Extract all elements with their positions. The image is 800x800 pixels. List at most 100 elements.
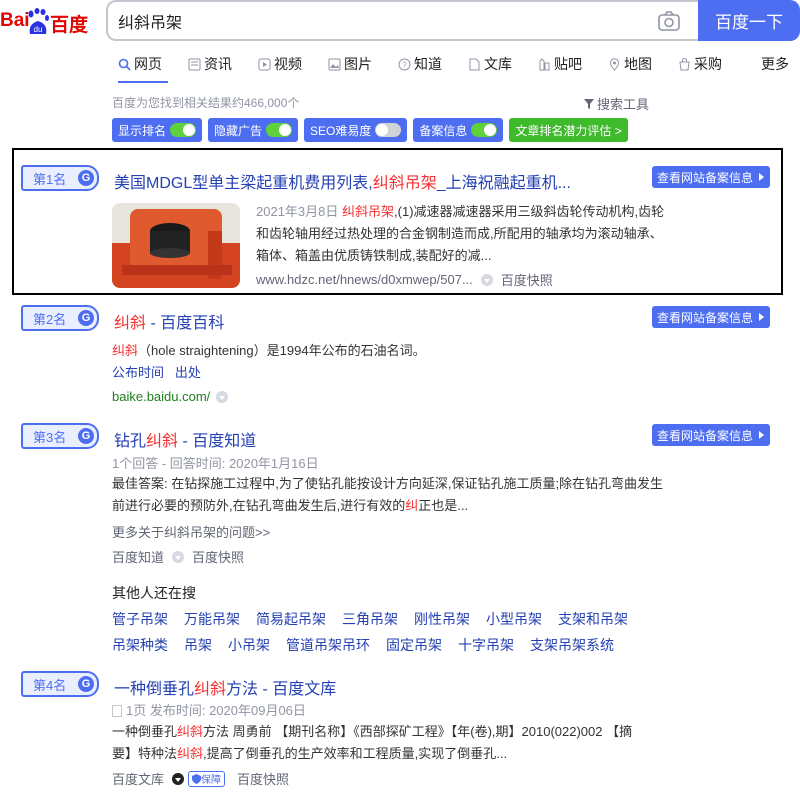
- beian-info-button[interactable]: 查看网站备案信息: [652, 424, 770, 446]
- logo-text-right: 百度: [50, 15, 89, 36]
- related-search-link[interactable]: 刚性吊架: [414, 609, 470, 629]
- abstract-keyword: 纠斜吊架: [342, 204, 395, 219]
- result-url[interactable]: baike.baidu.com/: [112, 389, 210, 404]
- related-search-link[interactable]: 管子吊架: [112, 609, 168, 629]
- snapshot-link[interactable]: 百度快照: [237, 769, 289, 788]
- search-tabs: 网页 资讯 视频 图片 ? 知道 文库 贴吧 地图 采购: [118, 53, 748, 75]
- toggle-switch-on[interactable]: [471, 123, 498, 137]
- dropdown-icon[interactable]: [480, 273, 493, 286]
- related-search-link[interactable]: 简易起吊架: [256, 609, 326, 629]
- result-url-row: 百度文库 保障 百度快照: [112, 769, 289, 788]
- abstract-text: 前进行必要的预防外,在钻孔弯曲发生后,进行有效的: [112, 498, 406, 513]
- search-icon: [118, 58, 131, 71]
- related-search-link[interactable]: 支架吊架系统: [530, 635, 614, 655]
- tab-map[interactable]: 地图: [608, 53, 652, 75]
- toggle-label: 备案信息: [419, 123, 468, 138]
- tab-more[interactable]: 更多: [761, 54, 789, 74]
- abstract-keyword: 纠: [405, 498, 419, 513]
- tab-label: 知道: [414, 56, 442, 72]
- paw-icon: du: [28, 8, 49, 34]
- search-button[interactable]: 百度一下: [698, 0, 800, 41]
- rank-label: 第4名: [33, 677, 67, 693]
- tab-purchase[interactable]: 采购: [678, 53, 722, 75]
- result-abstract: 2021年3月8日 纠斜吊架,(1)减速器减速器采用三级斜齿轮传动机构,齿轮 和…: [256, 201, 676, 267]
- tab-label: 贴吧: [554, 56, 582, 72]
- related-search-link[interactable]: 小型吊架: [486, 609, 542, 629]
- news-icon: [188, 58, 201, 70]
- tab-tieba[interactable]: 贴吧: [538, 53, 582, 75]
- filter-icon: [584, 98, 594, 109]
- rank-potential-button[interactable]: 文章排名潜力评估 >: [509, 118, 628, 142]
- abstract-text: ,(1)减速器减速器采用三级斜齿轮传动机构,齿轮: [394, 204, 665, 219]
- result-abstract: 最佳答案: 在钻探施工过程中,为了使钻孔能按设计方向延深,保证钻孔施工质量;除在…: [112, 473, 672, 517]
- google-icon: G: [78, 676, 94, 692]
- tab-video[interactable]: 视频: [258, 53, 302, 75]
- related-search-link[interactable]: 管道吊架吊环: [286, 635, 370, 655]
- result-title[interactable]: 美国MDGL型单主梁起重机费用列表,纠斜吊架_上海祝融起重机...: [114, 169, 571, 193]
- tieba-icon: [539, 57, 550, 70]
- result-source[interactable]: 百度文库: [112, 769, 164, 788]
- snapshot-link[interactable]: 百度快照: [501, 270, 553, 289]
- baidu-logo[interactable]: Bai du 百度: [0, 4, 100, 40]
- toggle-seo-difficulty[interactable]: SEO难易度: [304, 118, 408, 142]
- toggle-switch-off[interactable]: [375, 123, 402, 137]
- title-part: - 百度知道: [178, 433, 257, 450]
- tab-news[interactable]: 资讯: [188, 53, 232, 75]
- tab-image[interactable]: 图片: [328, 53, 372, 75]
- title-part: 美国MDGL型单主梁起重机费用列表,: [114, 175, 373, 192]
- related-search-link[interactable]: 万能吊架: [184, 609, 240, 629]
- toggle-beian-info[interactable]: 备案信息: [413, 118, 504, 142]
- rank-badge: 第4名 G: [21, 671, 99, 697]
- toggle-hide-ads[interactable]: 隐藏广告: [208, 118, 299, 142]
- snapshot-link[interactable]: 百度快照: [192, 547, 244, 566]
- related-search-link[interactable]: 小吊架: [228, 635, 270, 655]
- result-thumbnail[interactable]: [112, 203, 240, 288]
- beian-info-button[interactable]: 查看网站备案信息: [652, 306, 770, 328]
- abstract-text: （hole straightening）是1994年公布的石油名词。: [138, 343, 426, 358]
- abstract-text: ,提高了倒垂孔的生产效率和工程质量,实现了倒垂孔...: [203, 746, 508, 761]
- result-source[interactable]: 百度知道: [112, 547, 164, 566]
- tab-zhidao[interactable]: ? 知道: [398, 53, 442, 75]
- search-tools-button[interactable]: 搜索工具: [584, 94, 649, 113]
- related-search-link[interactable]: 三角吊架: [342, 609, 398, 629]
- map-icon: [609, 57, 620, 71]
- tab-wenku[interactable]: 文库: [468, 53, 512, 75]
- dropdown-icon[interactable]: [216, 390, 229, 403]
- title-part: - 百度百科: [146, 315, 225, 332]
- rank-label: 第1名: [33, 171, 67, 187]
- result-url[interactable]: www.hdzc.net/hnews/d0xmwep/507...: [256, 272, 473, 287]
- result-title[interactable]: 一种倒垂孔纠斜方法 - 百度文库: [114, 675, 336, 699]
- beian-info-button[interactable]: 查看网站备案信息: [652, 166, 770, 188]
- abstract-keyword: 纠斜: [112, 343, 139, 358]
- result-title[interactable]: 钻孔纠斜 - 百度知道: [114, 427, 256, 451]
- result-date: 2021年3月8日: [256, 204, 339, 219]
- related-search-link[interactable]: 支架和吊架: [558, 609, 628, 629]
- doc-icon: [112, 705, 122, 717]
- dropdown-icon[interactable]: [172, 550, 185, 563]
- toggle-switch-on[interactable]: [266, 123, 293, 137]
- related-search-link[interactable]: 十字吊架: [458, 635, 514, 655]
- toggle-show-rank[interactable]: 显示排名: [112, 118, 203, 142]
- title-part: 方法 - 百度文库: [226, 681, 337, 698]
- google-icon: G: [78, 428, 94, 444]
- search-input[interactable]: [118, 10, 618, 32]
- related-search-link[interactable]: 固定吊架: [386, 635, 442, 655]
- related-search-link[interactable]: 吊架种类: [112, 635, 168, 655]
- camera-icon[interactable]: [658, 11, 680, 31]
- toggle-label: SEO难易度: [310, 123, 372, 138]
- related-search-link[interactable]: 吊架: [184, 635, 212, 655]
- more-questions-link[interactable]: 更多关于纠斜吊架的问题>>: [112, 522, 270, 541]
- tab-web[interactable]: 网页: [118, 53, 162, 75]
- sublink-publish-time[interactable]: 公布时间: [112, 365, 164, 380]
- svg-text:du: du: [34, 25, 43, 34]
- toggle-switch-on[interactable]: [170, 123, 197, 137]
- search-tools-label: 搜索工具: [597, 97, 650, 112]
- sublink-source[interactable]: 出处: [175, 365, 201, 380]
- toggle-label: 显示排名: [118, 123, 167, 138]
- toggle-label: 隐藏广告: [214, 123, 263, 138]
- result-title[interactable]: 纠斜 - 百度百科: [114, 309, 224, 333]
- dropdown-icon[interactable]: [172, 772, 185, 785]
- title-part: 钻孔: [114, 433, 147, 450]
- result-count: 百度为您找到相关结果约466,000个: [112, 96, 300, 110]
- abstract-text: 要】特种法: [112, 746, 178, 761]
